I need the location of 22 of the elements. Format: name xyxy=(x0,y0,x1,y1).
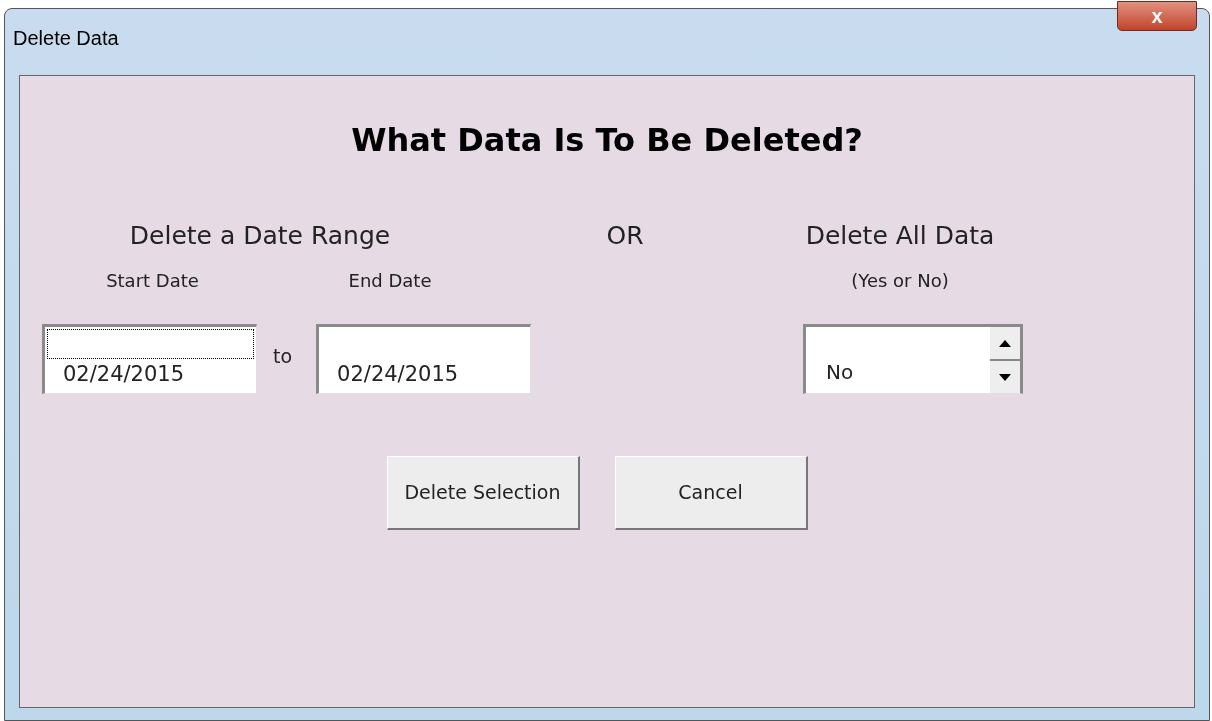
date-value: 02/24/2015 xyxy=(336,361,460,388)
dialog-button[interactable]: Cancel xyxy=(614,456,808,530)
dialog-button[interactable]: Delete Selection xyxy=(386,456,580,530)
date-field[interactable]: 02/24/2015 xyxy=(316,324,532,394)
date-field[interactable]: 02/24/2015 xyxy=(42,324,257,394)
up-arrow-icon xyxy=(999,339,1012,347)
date-value: 02/24/2015 xyxy=(62,361,186,388)
close-button[interactable]: x xyxy=(1117,1,1197,31)
down-arrow-icon xyxy=(999,373,1012,381)
section-label: Delete All Data xyxy=(804,219,996,252)
window-title: Delete Data xyxy=(13,26,119,51)
hint-label: (Yes or No) xyxy=(850,268,950,293)
field-label: Start Date xyxy=(105,268,200,293)
dialog-heading: What Data Is To Be Deleted? xyxy=(351,120,863,161)
or-label: OR xyxy=(605,219,645,252)
spin-down-button[interactable] xyxy=(990,361,1021,393)
field-label: End Date xyxy=(347,268,433,293)
spin-up-button[interactable] xyxy=(990,327,1021,361)
spin-value: No xyxy=(825,359,855,386)
separator-label: to xyxy=(273,344,293,369)
section-label: Delete a Date Range xyxy=(128,219,392,252)
spin-field[interactable]: No xyxy=(803,324,1024,394)
